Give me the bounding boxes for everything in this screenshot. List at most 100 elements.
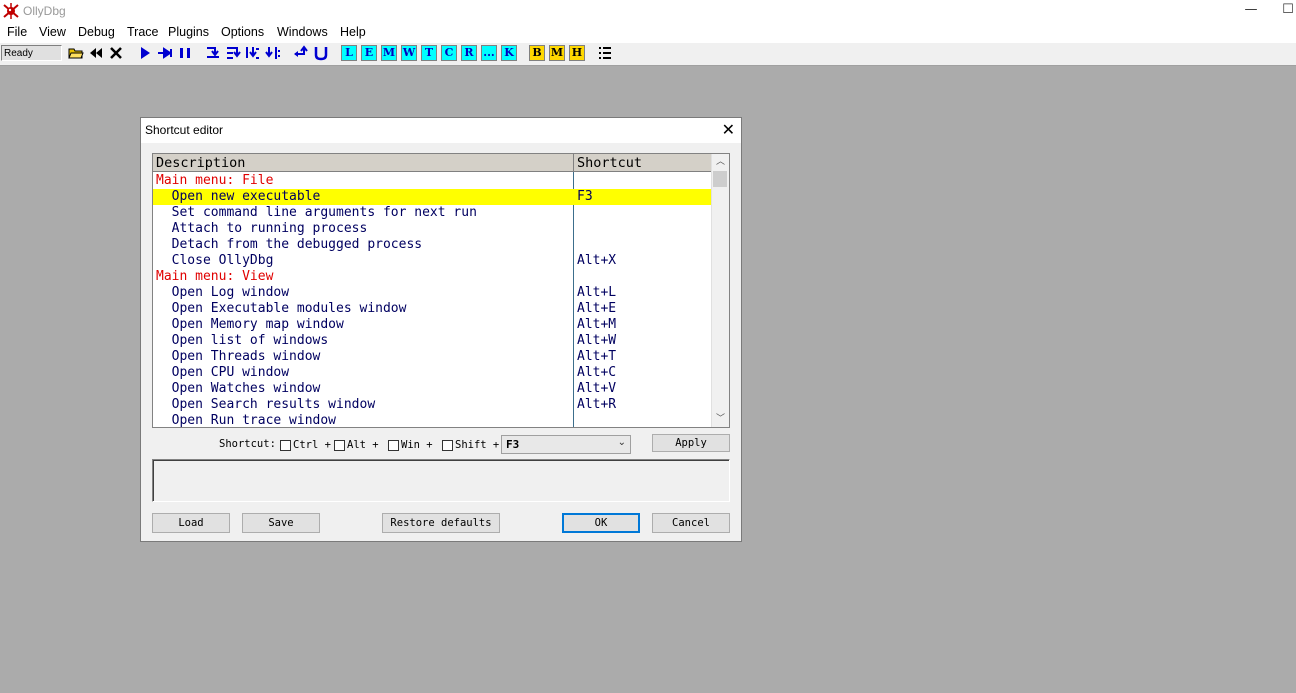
- ok-button[interactable]: OK: [562, 513, 640, 533]
- column-header-description[interactable]: Description: [153, 154, 574, 172]
- close-icon[interactable]: ✕: [722, 120, 735, 140]
- shortcut-list[interactable]: Description Shortcut Main menu: File Ope…: [152, 153, 730, 428]
- run-thread-icon[interactable]: [157, 45, 173, 61]
- save-button[interactable]: Save: [242, 513, 320, 533]
- restore-defaults-button[interactable]: Restore defaults: [382, 513, 500, 533]
- execute-till-return-icon[interactable]: [293, 45, 309, 61]
- scroll-down-icon[interactable]: ﹀: [712, 411, 729, 427]
- list-icon[interactable]: [597, 45, 613, 61]
- shortcut-row[interactable]: Detach from the debugged process: [153, 237, 712, 253]
- shortcut-row[interactable]: Open Run trace window: [153, 413, 712, 428]
- minimize-button[interactable]: —: [1241, 1, 1261, 19]
- row-shortcut: Alt+X: [577, 253, 617, 268]
- shortcut-row[interactable]: Open Watches window Alt+V: [153, 381, 712, 397]
- key-select[interactable]: F3 ⌄: [501, 435, 631, 454]
- search-results-button[interactable]: R: [461, 45, 477, 61]
- row-description: Open Watches window: [156, 381, 321, 396]
- shortcut-row[interactable]: Open CPU window Alt+C: [153, 365, 712, 381]
- scroll-thumb[interactable]: [713, 171, 727, 187]
- pause-icon[interactable]: [177, 45, 193, 61]
- row-description: Main menu: File: [156, 173, 274, 188]
- row-description: Close OllyDbg: [156, 253, 274, 268]
- close-program-icon[interactable]: [108, 45, 124, 61]
- alt-label: Alt +: [347, 439, 379, 451]
- step-over-icon[interactable]: [225, 45, 241, 61]
- cpu-button[interactable]: C: [441, 45, 457, 61]
- menu-view[interactable]: View: [39, 25, 66, 39]
- shift-checkbox[interactable]: [442, 440, 453, 451]
- row-shortcut: Alt+E: [577, 301, 617, 316]
- menu-file[interactable]: File: [7, 25, 27, 39]
- shortcut-row[interactable]: Close OllyDbg Alt+X: [153, 253, 712, 269]
- step-into-icon[interactable]: [205, 45, 221, 61]
- scroll-up-icon[interactable]: ︿: [712, 154, 729, 170]
- alt-checkbox[interactable]: [334, 440, 345, 451]
- menu-help[interactable]: Help: [340, 25, 366, 39]
- trace-over-icon[interactable]: [265, 45, 281, 61]
- shortcut-row[interactable]: Open new executable F3: [153, 189, 712, 205]
- vertical-scrollbar[interactable]: ︿ ﹀: [711, 154, 729, 427]
- threads-button[interactable]: T: [421, 45, 437, 61]
- win-label: Win +: [401, 439, 433, 451]
- shortcut-row[interactable]: Open list of windows Alt+W: [153, 333, 712, 349]
- executable-modules-button[interactable]: E: [361, 45, 377, 61]
- column-header-shortcut[interactable]: Shortcut: [574, 154, 712, 172]
- key-select-value: F3: [506, 438, 520, 451]
- chevron-down-icon: ⌄: [617, 437, 626, 448]
- run-trace-button[interactable]: ...: [481, 45, 497, 61]
- ctrl-label: Ctrl +: [293, 439, 331, 451]
- ctrl-checkbox[interactable]: [280, 440, 291, 451]
- call-stack-button[interactable]: K: [501, 45, 517, 61]
- row-shortcut: Alt+L: [577, 285, 617, 300]
- shortcut-row[interactable]: Open Threads window Alt+T: [153, 349, 712, 365]
- row-description: Detach from the debugged process: [156, 237, 423, 252]
- row-description: Open new executable: [156, 189, 321, 204]
- shortcut-row[interactable]: Open Search results window Alt+R: [153, 397, 712, 413]
- breakpoints-button[interactable]: B: [529, 45, 545, 61]
- menu-options[interactable]: Options: [221, 25, 264, 39]
- load-button[interactable]: Load: [152, 513, 230, 533]
- menu-debug[interactable]: Debug: [78, 25, 115, 39]
- ollydbg-bug-icon: [3, 3, 19, 19]
- execute-till-user-code-icon[interactable]: [313, 45, 329, 61]
- hardware-breakpoints-button[interactable]: H: [569, 45, 585, 61]
- shortcut-row[interactable]: Open Executable modules window Alt+E: [153, 301, 712, 317]
- memory-breakpoints-button[interactable]: M: [549, 45, 565, 61]
- windows-list-button[interactable]: W: [401, 45, 417, 61]
- menu-windows[interactable]: Windows: [277, 25, 328, 39]
- memory-map-button[interactable]: M: [381, 45, 397, 61]
- shortcut-row[interactable]: Open Memory map window Alt+M: [153, 317, 712, 333]
- win-checkbox[interactable]: [388, 440, 399, 451]
- row-description: Open Run trace window: [156, 413, 337, 428]
- open-folder-icon[interactable]: [68, 45, 84, 61]
- menu-plugins[interactable]: Plugins: [168, 25, 209, 39]
- row-description: Set command line arguments for next run: [156, 205, 477, 220]
- status-ready: Ready: [1, 45, 62, 61]
- run-icon[interactable]: [137, 45, 153, 61]
- row-shortcut: Alt+W: [577, 333, 617, 348]
- description-panel: [152, 459, 730, 502]
- apply-button[interactable]: Apply: [652, 434, 730, 452]
- row-description: Open Log window: [156, 285, 290, 300]
- row-shortcut: F3: [577, 189, 593, 204]
- app-titlebar: OllyDbg — ☐: [0, 0, 1296, 22]
- dialog-title: Shortcut editor: [145, 123, 224, 137]
- trace-into-icon[interactable]: [245, 45, 261, 61]
- menu-bar: File View Debug Trace Plugins Options Wi…: [0, 22, 1296, 42]
- app-title: OllyDbg: [23, 4, 66, 18]
- row-shortcut: Alt+C: [577, 365, 617, 380]
- group-header-row[interactable]: Main menu: File: [153, 173, 712, 189]
- shortcut-row[interactable]: Attach to running process: [153, 221, 712, 237]
- row-description: Open Executable modules window: [156, 301, 407, 316]
- row-description: Open list of windows: [156, 333, 329, 348]
- row-shortcut: Alt+T: [577, 349, 617, 364]
- group-header-row[interactable]: Main menu: View: [153, 269, 712, 285]
- menu-trace[interactable]: Trace: [127, 25, 159, 39]
- log-window-button[interactable]: L: [341, 45, 357, 61]
- maximize-button[interactable]: ☐: [1280, 1, 1296, 19]
- row-description: Attach to running process: [156, 221, 368, 236]
- restart-icon[interactable]: [88, 45, 104, 61]
- shortcut-row[interactable]: Open Log window Alt+L: [153, 285, 712, 301]
- cancel-button[interactable]: Cancel: [652, 513, 730, 533]
- shortcut-row[interactable]: Set command line arguments for next run: [153, 205, 712, 221]
